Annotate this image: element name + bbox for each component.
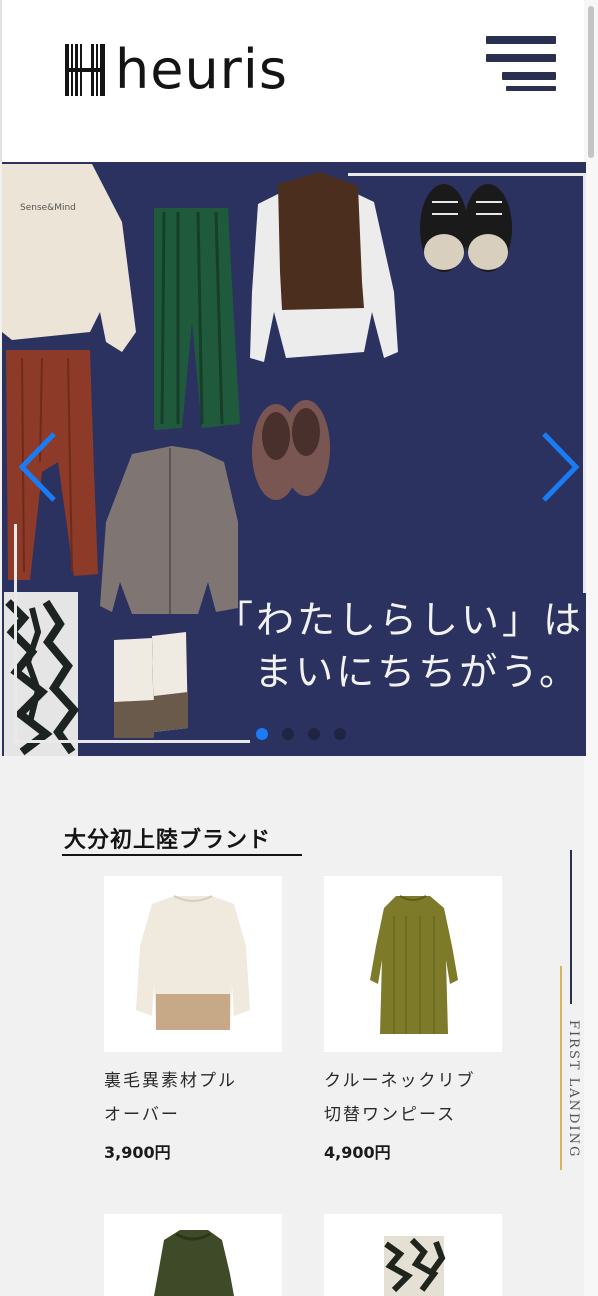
hero-frame-line [14,524,17,742]
product-name-line: 裏毛異素材プル [104,1071,237,1091]
product-price: 4,900円 [324,1143,391,1162]
product-image[interactable] [104,1214,282,1296]
slider-dot[interactable] [282,728,294,740]
logo-mark-icon [65,44,105,96]
product-name-line: 切替ワンピース [324,1105,457,1125]
page-scrollbar[interactable] [584,0,598,1296]
slider-dot[interactable] [256,728,268,740]
section-title: 大分初上陸ブランド [64,827,272,853]
product-image[interactable] [104,876,282,1052]
hero-frame-line [583,173,586,593]
chevron-left-icon[interactable] [16,432,60,502]
hero-frame-line [348,173,586,176]
side-decoration-line [560,966,562,1170]
product-name-line: オーバー [104,1105,180,1125]
scrollbar-thumb[interactable] [588,6,594,158]
hero-catchcopy-line2: まいにちちがう。 [254,650,580,694]
slider-pagination [256,728,346,740]
side-vertical-label: FIRST LANDING [566,1020,581,1159]
site-header: heuris [0,0,598,162]
logo-text: heuris [115,38,289,101]
slider-dot[interactable] [308,728,320,740]
product-name[interactable]: クルーネックリブ 切替ワンピース [324,1064,504,1132]
hero-catchcopy: 「わたしらしい」は まいにちちがう。 [152,594,584,698]
hamburger-menu-icon[interactable] [486,34,556,94]
product-image[interactable] [324,876,502,1052]
section-title-underline [62,854,302,856]
product-image[interactable] [324,1214,502,1296]
side-decoration-line [570,850,572,1004]
slider-dot[interactable] [334,728,346,740]
product-name[interactable]: 裏毛異素材プル オーバー [104,1064,284,1132]
hero-catchcopy-line1: 「わたしらしい」は [214,598,584,642]
hero-frame-line [14,740,250,743]
product-price: 3,900円 [104,1143,171,1162]
chevron-right-icon[interactable] [538,432,582,502]
logo[interactable]: heuris [65,38,288,102]
product-name-line: クルーネックリブ [324,1071,476,1091]
svg-text:Sense&Mind: Sense&Mind [20,203,76,213]
hero-slider[interactable]: Sense&Mind 「わたしらしい」は まいにちちがう。 [2,162,586,756]
